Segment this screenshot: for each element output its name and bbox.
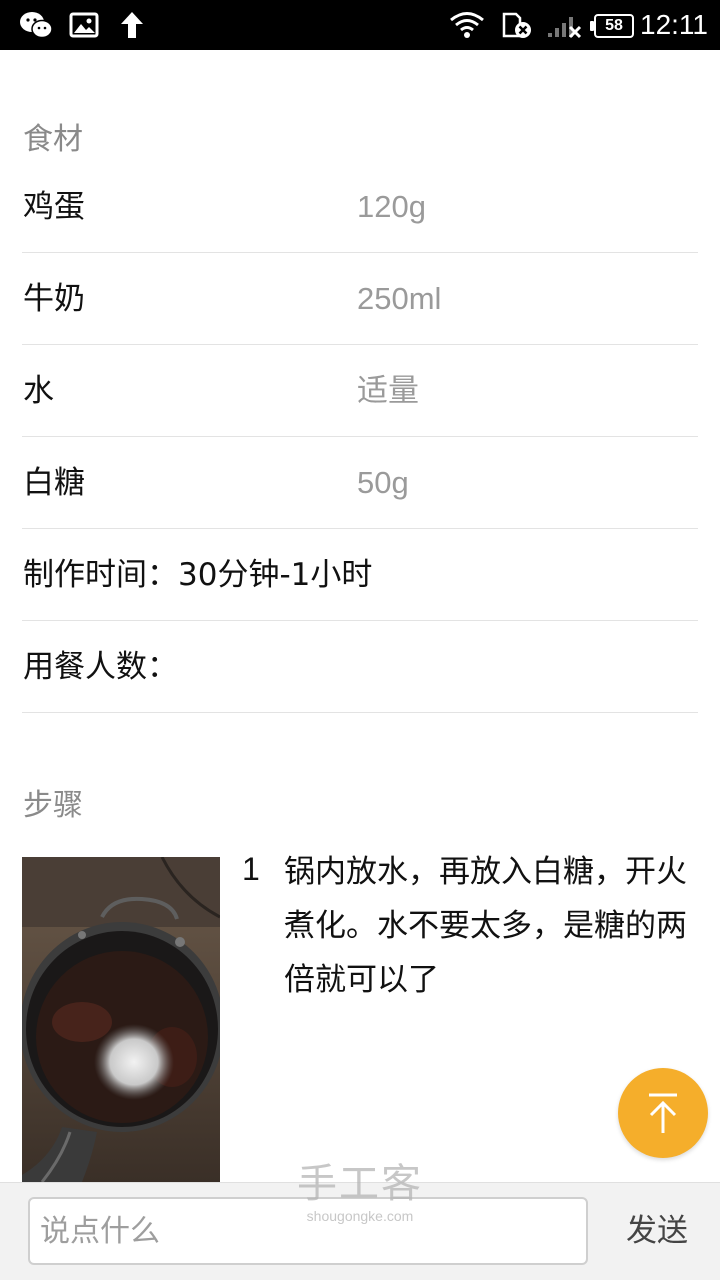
step-text: 锅内放水，再放入白糖，开火煮化。水不要太多，是糖的两倍就可以了: [284, 854, 687, 998]
ingredient-row: 水 适量: [22, 345, 698, 437]
wechat-icon: [18, 0, 54, 50]
ingredient-row: 鸡蛋 120g: [22, 161, 698, 253]
ingredient-name: 水: [23, 373, 54, 409]
comment-input[interactable]: [28, 1197, 588, 1265]
ingredients-title: 食材: [23, 122, 83, 157]
sim-card-icon: [500, 0, 534, 50]
ingredient-qty: 120g: [357, 189, 426, 224]
send-button[interactable]: 发送: [612, 1197, 702, 1265]
upload-arrow-icon: [116, 0, 148, 50]
servings: 用餐人数：: [23, 649, 178, 685]
ingredient-name: 牛奶: [23, 281, 85, 317]
battery-icon: 58: [594, 14, 634, 38]
servings-row: 用餐人数：: [22, 621, 698, 713]
step-number: 1: [242, 851, 260, 887]
prep-time-row: 制作时间：30分钟-1小时: [22, 529, 698, 621]
ingredient-row: 牛奶 250ml: [22, 253, 698, 345]
ingredient-qty: 50g: [357, 465, 409, 500]
wifi-icon: [448, 0, 486, 50]
status-time: 12:11: [640, 9, 708, 40]
prep-time: 制作时间：30分钟-1小时: [23, 557, 373, 593]
comment-bar: 发送: [0, 1182, 720, 1280]
battery-level: 58: [605, 17, 623, 34]
step-photo[interactable]: [22, 857, 220, 1182]
signal-icon: [546, 0, 582, 50]
ingredient-row: 白糖 50g: [22, 437, 698, 529]
arrow-up-icon: [649, 1093, 677, 1133]
steps-title: 步骤: [23, 788, 83, 823]
ingredient-name: 白糖: [23, 465, 85, 501]
scroll-to-top-button[interactable]: [618, 1068, 708, 1158]
status-bar: 58 12:11: [0, 0, 720, 50]
ingredient-qty: 250ml: [357, 281, 442, 316]
ingredient-name: 鸡蛋: [23, 189, 85, 225]
gallery-icon: [68, 0, 100, 50]
ingredient-qty: 适量: [357, 373, 419, 408]
